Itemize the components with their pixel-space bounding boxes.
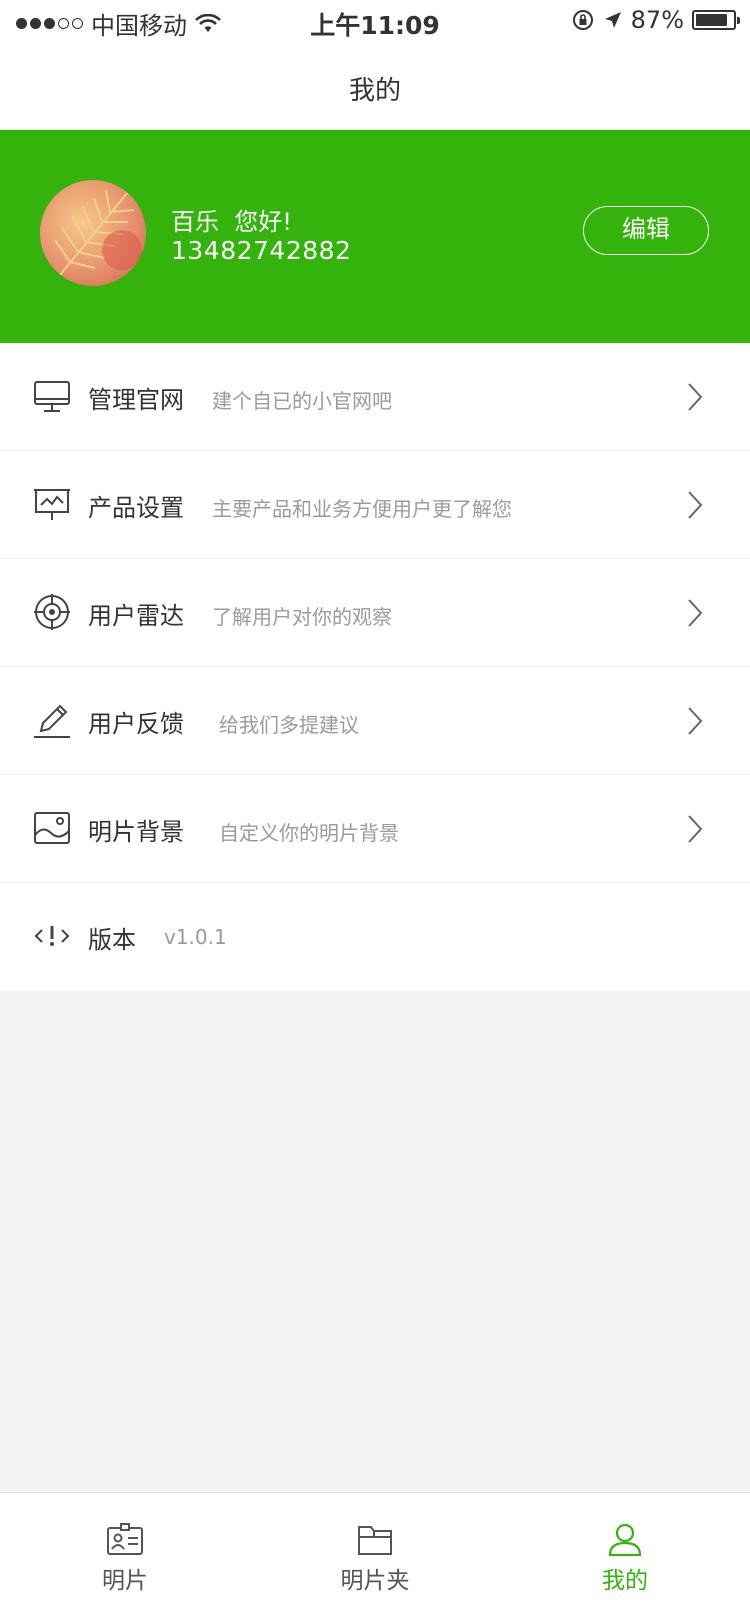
chevron-right-icon [688,707,703,735]
chevron-right-icon [688,383,703,411]
user-icon [608,1523,642,1557]
menu-item-label: 产品设置 [88,494,184,522]
id-card-icon [107,1523,143,1555]
status-right: 87% [571,6,740,34]
profile-header: 百乐 您好! 13482742882 编辑 [0,130,750,343]
tab-card-holder[interactable]: 明片夹 [250,1493,500,1607]
avatar[interactable] [40,180,146,286]
menu-item-desc: 自定义你的明片背景 [219,821,399,845]
settings-menu: 管理官网 建个自已的小官网吧 产品设置 主要产品和业务方便用户更了解您 用户雷达… [0,343,750,991]
location-arrow-icon [604,12,621,28]
tab-card[interactable]: 明片 [0,1493,250,1607]
menu-item-user-radar[interactable]: 用户雷达 了解用户对你的观察 [0,559,750,667]
page-title: 我的 [348,76,401,106]
menu-item-label: 明片背景 [88,818,184,846]
menu-item-desc: 给我们多提建议 [219,713,359,737]
rotation-lock-icon [572,10,593,30]
menu-item-label: 管理官网 [88,386,184,414]
battery-icon [692,10,740,30]
menu-item-card-background[interactable]: 明片背景 自定义你的明片背景 [0,775,750,883]
version-number: v1.0.1 [164,925,227,949]
leaf-photo [54,189,142,276]
folder-icon [358,1526,392,1555]
chevron-right-icon [688,599,703,627]
menu-item-desc: 了解用户对你的观察 [212,605,392,629]
radar-target-icon [34,594,70,630]
battery-percent: 87% [630,6,684,34]
monitor-icon [34,381,70,412]
tab-label: 我的 [602,1568,648,1594]
nav-bar: 我的 [0,44,750,130]
menu-item-label: 用户雷达 [88,602,184,630]
tab-label: 明片 [102,1568,148,1594]
tab-me[interactable]: 我的 [500,1493,750,1607]
status-bar: 中国移动 上午11:09 87% [0,0,750,44]
tab-label: 明片夹 [340,1568,410,1594]
chevron-right-icon [688,815,703,843]
user-name: 百乐 [171,208,219,236]
menu-item-label: 版本 [88,926,136,954]
user-phone: 13482742882 [171,236,352,265]
menu-item-desc: 建个自已的小官网吧 [212,389,392,413]
tab-bar: 明片 明片夹 我的 [0,1492,750,1607]
menu-item-manage-website[interactable]: 管理官网 建个自已的小官网吧 [0,343,750,451]
menu-item-desc: 主要产品和业务方便用户更了解您 [212,497,512,521]
menu-item-label: 用户反馈 [88,710,184,738]
presentation-chart-icon [34,489,70,520]
greeting-line: 百乐 您好! [171,202,292,237]
menu-item-version: 版本 v1.0.1 [0,883,750,991]
chevron-right-icon [688,491,703,519]
greeting-text: 您好! [234,208,292,236]
edit-profile-button[interactable]: 编辑 [583,206,709,255]
pencil-icon [34,704,70,738]
menu-item-product-settings[interactable]: 产品设置 主要产品和业务方便用户更了解您 [0,451,750,559]
image-icon [34,812,70,844]
menu-item-user-feedback[interactable]: 用户反馈 给我们多提建议 [0,667,750,775]
version-code-icon [34,926,70,946]
